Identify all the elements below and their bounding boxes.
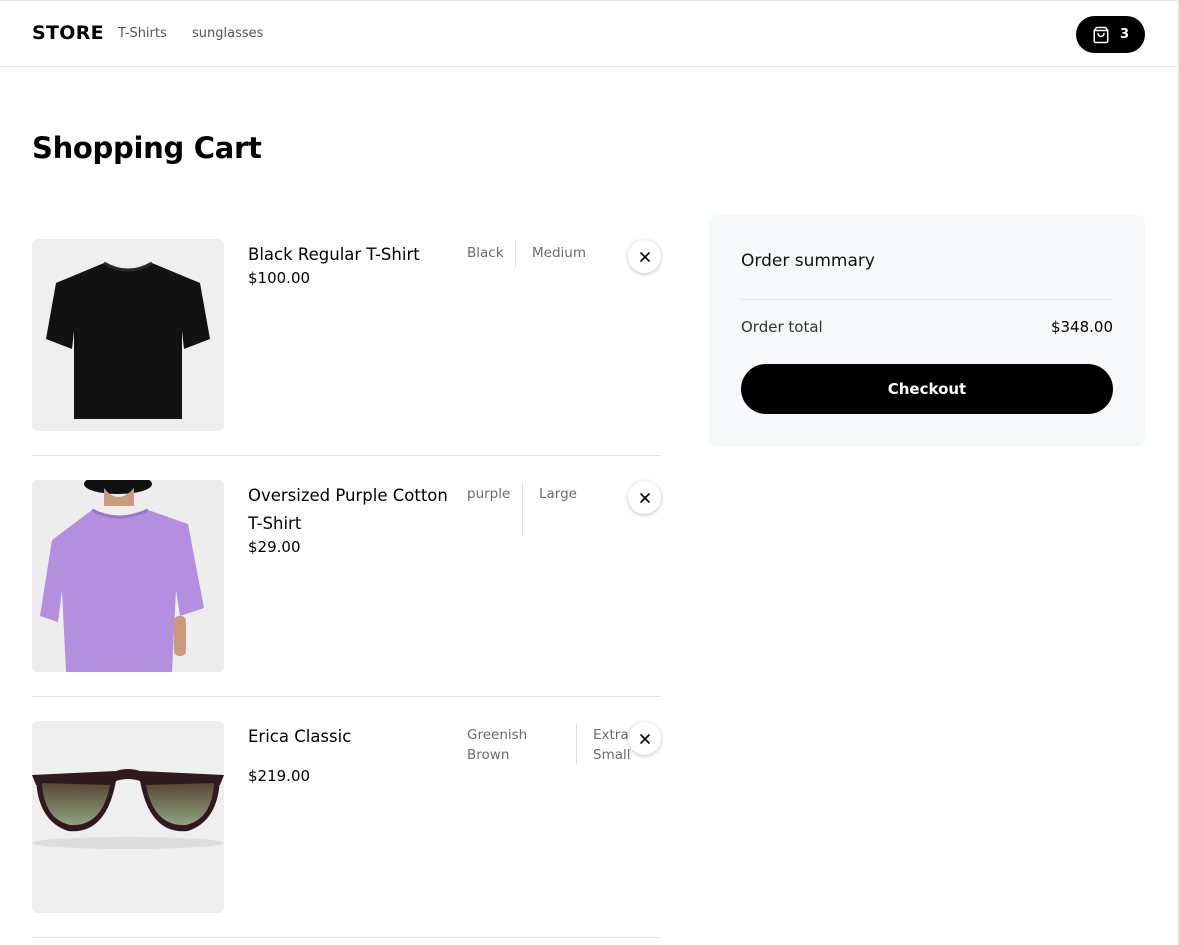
remove-item-button[interactable] xyxy=(628,481,661,514)
remove-item-button[interactable] xyxy=(628,722,661,755)
product-color: Black xyxy=(467,245,504,261)
cart-button[interactable]: 3 xyxy=(1076,16,1145,53)
shopping-bag-icon xyxy=(1092,26,1110,44)
product-size: Extra Small xyxy=(593,727,631,763)
product-price: $100.00 xyxy=(248,269,311,287)
product-image[interactable] xyxy=(32,239,224,431)
product-price: $29.00 xyxy=(248,538,301,556)
checkout-button[interactable]: Checkout xyxy=(741,364,1113,414)
purple-tshirt-image xyxy=(32,480,224,672)
nav-link-t-shirts[interactable]: T-Shirts xyxy=(118,26,167,41)
product-color: Greenish Brown xyxy=(467,727,528,763)
attribute-divider xyxy=(515,241,516,267)
order-summary-title: Order summary xyxy=(741,251,875,271)
close-icon xyxy=(639,733,650,744)
product-color: purple xyxy=(467,486,511,502)
remove-item-button[interactable] xyxy=(628,240,661,273)
store-logo[interactable]: STORE xyxy=(32,22,104,44)
product-image[interactable] xyxy=(32,721,224,913)
attribute-divider xyxy=(576,723,577,765)
cart-count: 3 xyxy=(1119,27,1130,42)
page-title: Shopping Cart xyxy=(32,131,262,165)
cart-item: Erica Classic $219.00 Greenish Brown Ext… xyxy=(32,697,661,938)
summary-divider xyxy=(741,299,1113,300)
product-size: Large xyxy=(539,486,577,502)
navbar: STORE T-Shirts sunglasses 3 xyxy=(0,1,1178,67)
cart-item: Oversized Purple Cotton T-Shirt $29.00 p… xyxy=(32,456,661,697)
order-total-label: Order total xyxy=(741,318,823,336)
sunglasses-image xyxy=(32,721,224,913)
close-icon xyxy=(639,492,650,503)
black-tshirt-image xyxy=(32,239,224,431)
product-name[interactable]: Oversized Purple Cotton T-Shirt xyxy=(248,482,453,538)
close-icon xyxy=(639,251,650,262)
cart-item: Black Regular T-Shirt $100.00 Black Medi… xyxy=(32,215,661,456)
product-name[interactable]: Erica Classic xyxy=(248,723,453,751)
nav-link-sunglasses[interactable]: sunglasses xyxy=(192,26,263,41)
product-image[interactable] xyxy=(32,480,224,672)
order-total-value: $348.00 xyxy=(1050,318,1113,336)
product-price: $219.00 xyxy=(248,767,311,785)
order-summary-panel: Order summary Order total $348.00 Checko… xyxy=(709,215,1145,446)
product-name[interactable]: Black Regular T-Shirt xyxy=(248,241,453,269)
attribute-divider xyxy=(522,482,523,536)
product-size: Medium xyxy=(532,245,586,261)
